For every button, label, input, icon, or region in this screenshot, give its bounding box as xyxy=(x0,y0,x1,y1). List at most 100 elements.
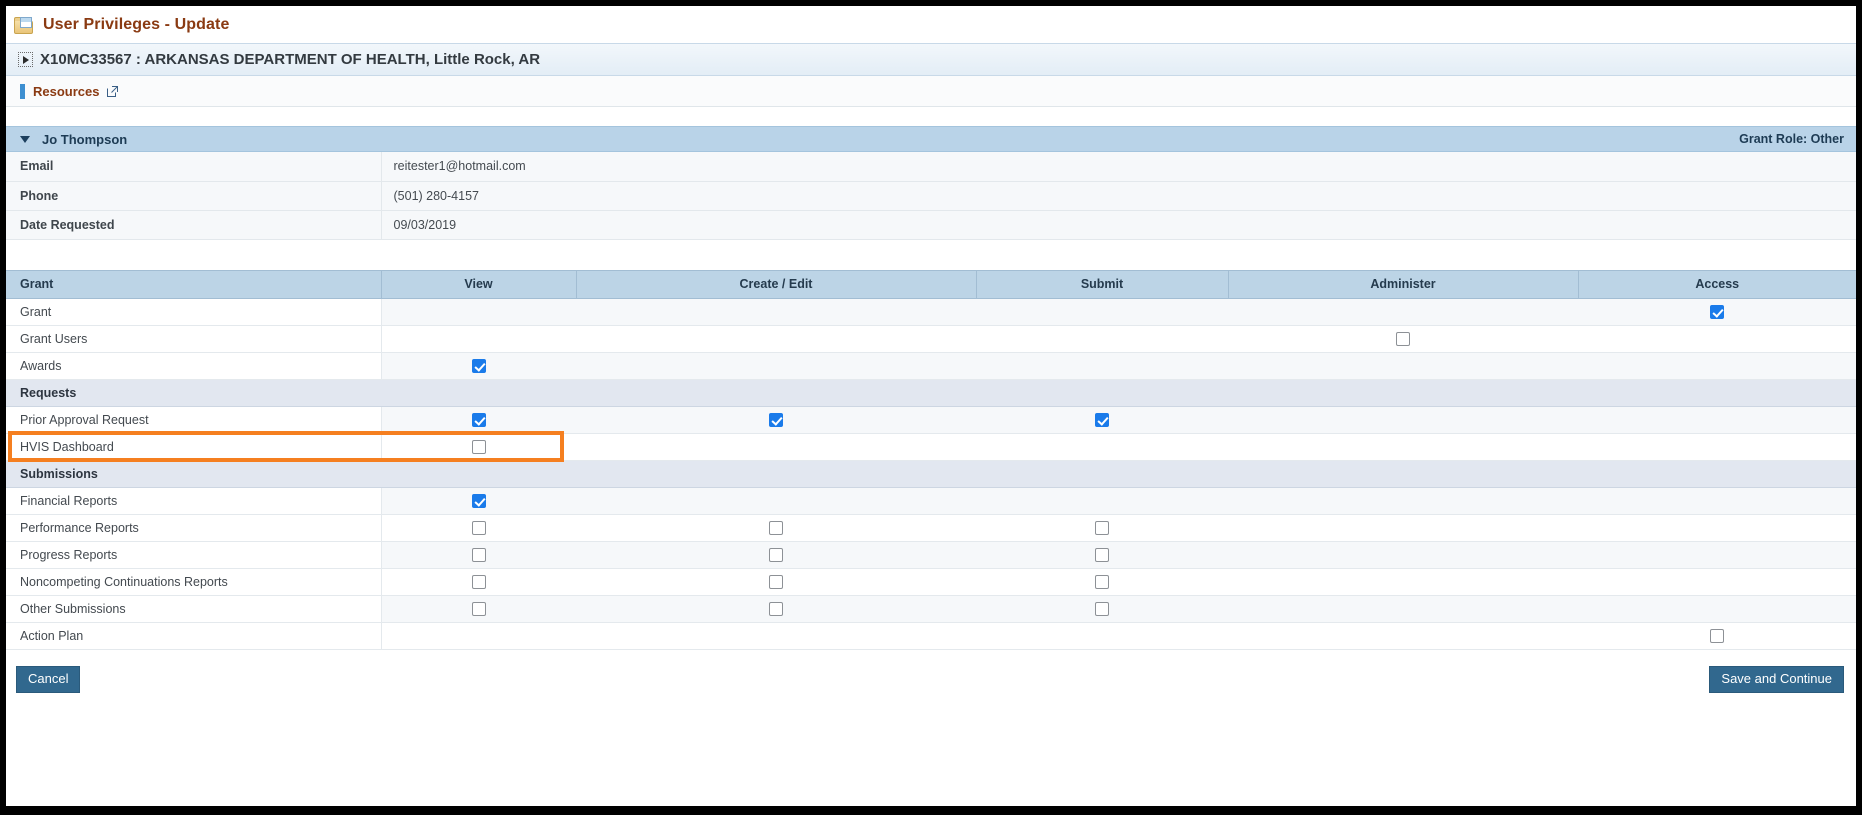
privilege-cell-create-edit[interactable] xyxy=(576,568,976,596)
column-header-administer: Administer xyxy=(1228,269,1579,299)
privilege-cell-administer xyxy=(1228,487,1578,515)
privilege-cell-view xyxy=(381,325,576,353)
checkbox-view[interactable] xyxy=(471,439,486,454)
privilege-row-label: Financial Reports xyxy=(6,487,382,515)
privilege-row-label: Progress Reports xyxy=(6,541,382,569)
expand-triangle-icon[interactable] xyxy=(18,52,33,67)
checkbox-submit[interactable] xyxy=(1095,412,1109,427)
table-row: Financial Reports xyxy=(6,487,1856,515)
table-row: Date Requested 09/03/2019 xyxy=(6,210,1856,240)
detail-value: reitester1@hotmail.com xyxy=(381,152,1856,182)
person-details-table: Email reitester1@hotmail.com Phone (501)… xyxy=(6,152,1856,240)
privilege-row-label: Prior Approval Request xyxy=(6,406,382,434)
privilege-cell-submit[interactable] xyxy=(976,406,1228,434)
privilege-row-label: Action Plan xyxy=(6,622,382,650)
checkbox-create-edit[interactable] xyxy=(769,601,783,616)
detail-label: Date Requested xyxy=(6,210,382,240)
privilege-cell-view[interactable] xyxy=(381,514,576,542)
checkbox-create-edit[interactable] xyxy=(769,412,783,427)
privilege-cell-access xyxy=(1578,487,1856,515)
privilege-cell-view xyxy=(381,298,576,326)
privileges-table: Grant View Create / Edit Submit Administ… xyxy=(6,269,1856,650)
cancel-button[interactable]: Cancel xyxy=(16,665,81,693)
checkbox-view[interactable] xyxy=(471,601,486,616)
group-header-label: Requests xyxy=(6,378,1856,407)
privilege-cell-administer xyxy=(1228,622,1578,650)
privilege-cell-submit xyxy=(976,298,1228,326)
checkbox-create-edit[interactable] xyxy=(769,574,783,589)
checkbox-administer[interactable] xyxy=(1396,331,1410,346)
column-header-submit: Submit xyxy=(976,269,1229,299)
table-row: Other Submissions xyxy=(6,595,1856,623)
privilege-cell-create-edit[interactable] xyxy=(576,595,976,623)
checkbox-view[interactable] xyxy=(471,547,486,562)
table-row: Performance Reports xyxy=(6,514,1856,542)
privilege-cell-view[interactable] xyxy=(381,595,576,623)
privilege-cell-administer xyxy=(1228,406,1578,434)
table-row: Progress Reports xyxy=(6,541,1856,569)
checkbox-create-edit[interactable] xyxy=(769,520,783,535)
privilege-cell-create-edit xyxy=(576,325,976,353)
privilege-cell-submit[interactable] xyxy=(976,514,1228,542)
checkbox-submit[interactable] xyxy=(1095,520,1109,535)
checkbox-access[interactable] xyxy=(1710,628,1724,643)
privilege-row-label: Other Submissions xyxy=(6,595,382,623)
checkbox-submit[interactable] xyxy=(1095,547,1109,562)
checkbox-view[interactable] xyxy=(471,574,486,589)
page-title: User Privileges - Update xyxy=(43,15,230,33)
privilege-cell-submit[interactable] xyxy=(976,595,1228,623)
caret-down-icon[interactable] xyxy=(20,135,30,143)
person-header-bar[interactable]: Jo Thompson Grant Role: Other xyxy=(6,126,1856,152)
privilege-cell-administer xyxy=(1228,568,1578,596)
table-header-row: Grant View Create / Edit Submit Administ… xyxy=(6,269,1856,299)
detail-label: Email xyxy=(6,152,382,182)
privilege-cell-view[interactable] xyxy=(381,352,576,380)
checkbox-create-edit[interactable] xyxy=(769,547,783,562)
group-header-label: Submissions xyxy=(6,459,1856,488)
checkbox-view[interactable] xyxy=(471,412,486,427)
privilege-cell-create-edit[interactable] xyxy=(576,541,976,569)
application-window: User Privileges - Update X10MC33567 : AR… xyxy=(6,6,1856,806)
privilege-cell-create-edit[interactable] xyxy=(576,406,976,434)
privilege-cell-access[interactable] xyxy=(1578,298,1856,326)
privilege-cell-access xyxy=(1578,595,1856,623)
privilege-cell-access xyxy=(1578,514,1856,542)
privilege-cell-access[interactable] xyxy=(1578,622,1856,650)
privilege-cell-create-edit[interactable] xyxy=(576,514,976,542)
privilege-cell-view[interactable] xyxy=(381,487,576,515)
privilege-cell-administer[interactable] xyxy=(1228,325,1578,353)
checkbox-view[interactable] xyxy=(471,520,486,535)
privilege-cell-create-edit xyxy=(576,622,976,650)
privilege-cell-view xyxy=(381,622,576,650)
page-title-bar: User Privileges - Update xyxy=(6,6,1856,43)
privilege-cell-administer xyxy=(1228,541,1578,569)
table-row: Grant Users xyxy=(6,325,1856,353)
privilege-cell-submit xyxy=(976,325,1228,353)
privilege-cell-access xyxy=(1578,352,1856,380)
privilege-cell-view[interactable] xyxy=(381,406,576,434)
privilege-cell-submit[interactable] xyxy=(976,568,1228,596)
column-header-create-edit: Create / Edit xyxy=(576,269,977,299)
checkbox-submit[interactable] xyxy=(1095,574,1109,589)
footer-bar: Cancel Save and Continue xyxy=(6,649,1856,710)
checkbox-view[interactable] xyxy=(471,493,486,508)
table-row: Action Plan xyxy=(6,622,1856,650)
table-row: Awards xyxy=(6,352,1856,380)
external-link-icon[interactable] xyxy=(107,85,119,97)
group-header-row: Submissions xyxy=(6,459,1856,488)
checkbox-view[interactable] xyxy=(471,358,486,373)
privilege-cell-view[interactable] xyxy=(381,433,576,461)
privilege-cell-submit[interactable] xyxy=(976,541,1228,569)
resources-link[interactable]: Resources xyxy=(33,84,99,99)
privilege-cell-view[interactable] xyxy=(381,568,576,596)
privilege-row-label: Noncompeting Continuations Reports xyxy=(6,568,382,596)
privilege-row-label: Performance Reports xyxy=(6,514,382,542)
save-and-continue-button[interactable]: Save and Continue xyxy=(1709,665,1844,693)
privilege-cell-administer xyxy=(1228,514,1578,542)
bookmark-marker-icon xyxy=(20,83,25,99)
privilege-cell-view[interactable] xyxy=(381,541,576,569)
checkbox-access[interactable] xyxy=(1710,304,1724,319)
checkbox-submit[interactable] xyxy=(1095,601,1109,616)
table-row: Phone (501) 280-4157 xyxy=(6,181,1856,211)
privilege-row-label: Awards xyxy=(6,352,382,380)
